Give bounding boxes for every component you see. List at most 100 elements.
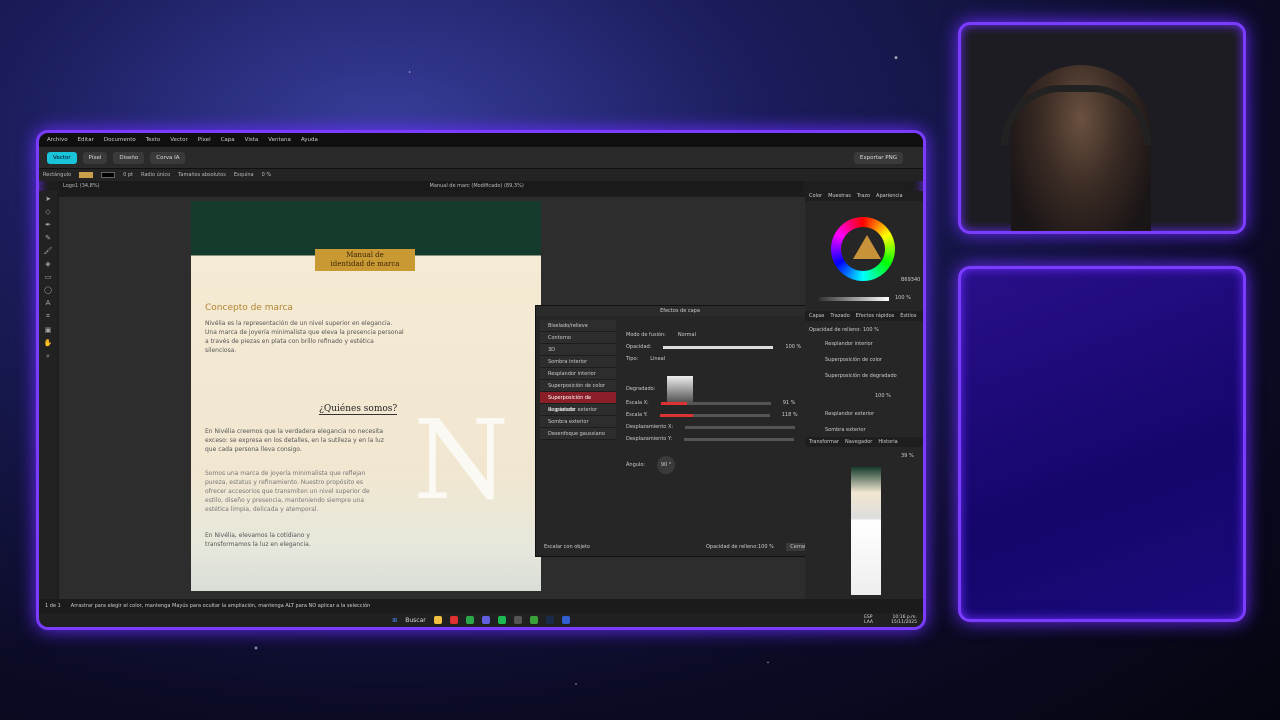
effect-item[interactable]: Resplandor interior [540, 368, 616, 380]
tab-quick-fx[interactable]: Efectos rápidos [856, 313, 894, 319]
taskbar-search[interactable]: Buscar [405, 617, 426, 624]
steam-icon[interactable] [545, 616, 554, 624]
tab-navigator[interactable]: Navegador [845, 439, 872, 445]
scalex-value[interactable]: 91 % [783, 400, 796, 406]
fx-item[interactable]: Resplandor interior [825, 341, 873, 347]
effect-item[interactable]: Sombra exterior [540, 416, 616, 428]
discord-icon[interactable] [481, 616, 490, 624]
menu-documento[interactable]: Documento [104, 137, 136, 143]
fx-item[interactable]: Resplandor exterior [825, 411, 874, 417]
export-png-button[interactable]: Exportar PNG [853, 151, 903, 164]
ellipse-tool-icon[interactable]: ◯ [44, 286, 52, 294]
tab-color[interactable]: Color [809, 193, 822, 199]
tab-history[interactable]: Historia [878, 439, 897, 445]
offx-slider[interactable] [685, 425, 796, 429]
menu-pixel[interactable]: Píxel [198, 137, 211, 143]
stroke-swatch[interactable] [101, 172, 116, 178]
persona-design-button[interactable]: Diseño [113, 151, 145, 164]
fx-item-opacity-value[interactable]: 100 % [875, 393, 891, 399]
fill-tool-icon[interactable]: ◈ [45, 260, 50, 268]
corner-dropdown[interactable]: Esquina [234, 172, 254, 178]
menu-vista[interactable]: Vista [245, 137, 259, 143]
image-tool-icon[interactable]: ▣ [45, 326, 52, 334]
effect-item-selected[interactable]: Superposición de degradado [540, 392, 616, 413]
text-tool-icon[interactable]: A [46, 299, 51, 307]
hand-tool-icon[interactable]: ✋ [44, 339, 53, 347]
effect-item[interactable]: Sombra interior [540, 356, 616, 368]
move-tool-icon[interactable]: ➤ [45, 195, 51, 203]
menu-ventana[interactable]: Ventana [268, 137, 291, 143]
effect-item[interactable]: Desenfoque gaussiano [540, 428, 616, 440]
effect-item[interactable]: Resplandor exterior [540, 404, 616, 416]
color-opacity-slider[interactable] [819, 297, 889, 301]
app-icon[interactable] [449, 616, 458, 624]
tab-stroke[interactable]: Trazo [857, 193, 870, 199]
persona-ai-button[interactable]: Corva IA [150, 151, 186, 164]
fx-item-active[interactable]: Superposición de degradado [825, 373, 897, 379]
color-opacity-value[interactable]: 100 % [895, 295, 911, 301]
tab-swatches[interactable]: Muestras [828, 193, 851, 199]
tab-manual[interactable]: Manual de marc (Modificado) (89,3%) [430, 183, 524, 189]
brush-tool-icon[interactable]: 🖌 [44, 247, 53, 255]
chrome-icon[interactable] [465, 616, 474, 624]
scalex-slider[interactable] [660, 401, 771, 405]
menu-archivo[interactable]: Archivo [47, 137, 68, 143]
effect-item[interactable]: Superposición de color [540, 380, 616, 392]
menu-texto[interactable]: Texto [146, 137, 161, 143]
menu-ayuda[interactable]: Ayuda [301, 137, 318, 143]
language-indicator[interactable]: ESP LAA [864, 615, 873, 625]
effect-item[interactable]: Biselado/relieve [540, 320, 616, 332]
zoom-tool-icon[interactable]: ⌕ [46, 352, 50, 361]
opacity-slider[interactable] [663, 345, 774, 349]
windows-icon[interactable]: ⊞ [392, 617, 397, 624]
fx-item[interactable]: Sombra exterior [825, 427, 866, 433]
pen-tool-icon[interactable]: ✒ [45, 221, 51, 229]
canvas[interactable]: Manual de identidad de marca Concepto de… [59, 191, 825, 599]
menu-editar[interactable]: Editar [78, 137, 94, 143]
obs-icon[interactable] [513, 616, 522, 624]
fx-opacity-value[interactable]: 100 % [863, 327, 879, 333]
menu-capa[interactable]: Capa [221, 137, 235, 143]
scaley-value[interactable]: 118 % [782, 412, 798, 418]
effect-item[interactable]: Contorno [540, 332, 616, 344]
angle-dial[interactable]: 90 ° [657, 456, 676, 474]
zoom-value[interactable]: 39 % [901, 453, 914, 459]
persona-pixel-button[interactable]: Píxel [82, 151, 108, 164]
hex-field[interactable]: B69340 [901, 277, 920, 283]
color-triangle[interactable] [853, 235, 881, 259]
fill-swatch[interactable] [79, 172, 94, 178]
offy-slider[interactable] [684, 437, 795, 441]
fill-opacity-field[interactable]: 100 % [758, 544, 774, 550]
crop-tool-icon[interactable]: ⌗ [46, 312, 50, 321]
radio-unico-checkbox[interactable]: Radio único [141, 172, 170, 178]
tab-layers[interactable]: Capas [809, 313, 824, 319]
pencil-tool-icon[interactable]: ✎ [45, 234, 51, 242]
scale-with-object-checkbox[interactable]: Escalar con objeto [544, 544, 590, 550]
tab-styles[interactable]: Estilos [900, 313, 916, 319]
tab-transform[interactable]: Transformar [809, 439, 839, 445]
node-tool-icon[interactable]: ◇ [45, 208, 50, 216]
gradient-preview[interactable] [667, 376, 694, 402]
fx-item[interactable]: Superposición de color [825, 357, 882, 363]
explorer-icon[interactable] [433, 616, 442, 624]
tab-path[interactable]: Trazado [830, 313, 849, 319]
persona-vector-button[interactable]: Vector [47, 151, 77, 164]
effect-item[interactable]: 3D [540, 344, 616, 356]
app-icon[interactable] [529, 616, 538, 624]
blend-dropdown[interactable]: Normal [678, 332, 696, 338]
navigator-thumbnail[interactable] [851, 467, 881, 595]
scaley-slider[interactable] [659, 413, 770, 417]
type-dropdown[interactable]: Lineal [650, 356, 665, 362]
stroke-width-field[interactable]: 0 pt [123, 172, 133, 178]
document-page[interactable]: Manual de identidad de marca Concepto de… [191, 201, 541, 591]
page-indicator[interactable]: 1 de 1 [45, 603, 61, 609]
menu-vector[interactable]: Vector [170, 137, 188, 143]
absolute-sizes-checkbox[interactable]: Tamaños absolutos [178, 172, 226, 178]
clock[interactable]: 10:16 p.m. 15/11/2025 [891, 615, 917, 625]
corner-pct-field[interactable]: 0 % [262, 172, 272, 178]
spotify-icon[interactable] [497, 616, 506, 624]
affinity-icon[interactable] [561, 616, 570, 624]
tab-logo1[interactable]: Logo1 (34,8%) [63, 183, 100, 189]
tab-appearance[interactable]: Apariencia [876, 193, 903, 199]
rect-tool-icon[interactable]: ▭ [45, 273, 52, 281]
